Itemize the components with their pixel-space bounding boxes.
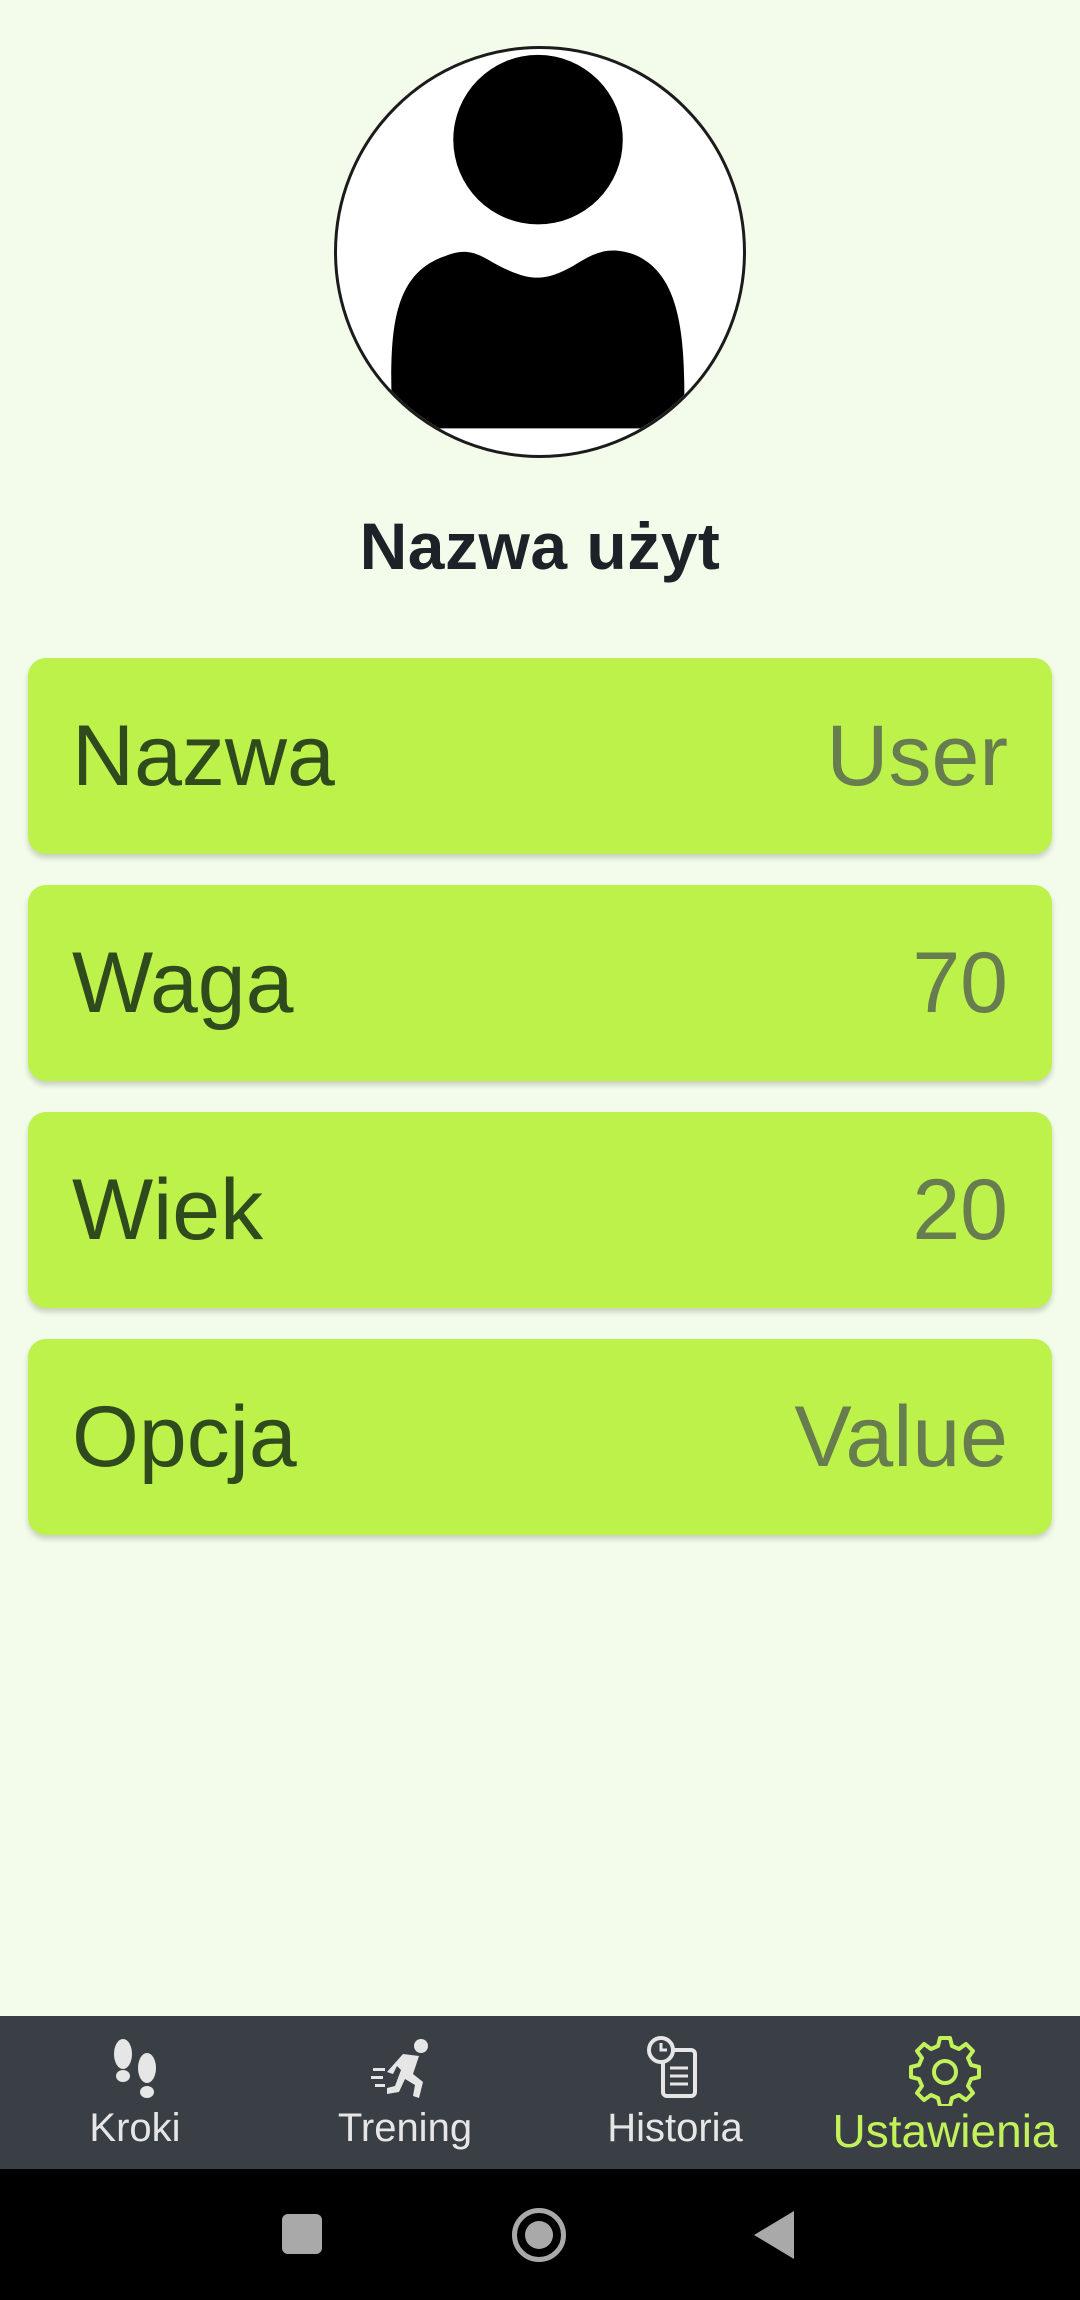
setting-value: Value — [794, 1389, 1008, 1485]
setting-row-weight[interactable]: Waga 70 — [28, 885, 1052, 1081]
nav-label: Kroki — [89, 2106, 181, 2150]
nav-label: Historia — [607, 2106, 743, 2150]
nav-item-historia[interactable]: Historia — [540, 2016, 810, 2169]
settings-list: Nazwa User Waga 70 Wiek 20 Opcja Value — [28, 658, 1052, 1566]
setting-value: 20 — [912, 1162, 1008, 1258]
nav-item-kroki[interactable]: Kroki — [0, 2016, 270, 2169]
setting-value: 70 — [912, 935, 1008, 1031]
back-icon[interactable] — [754, 2211, 794, 2259]
nav-item-trening[interactable]: Trening — [270, 2016, 540, 2169]
setting-label: Wiek — [72, 1162, 264, 1258]
nav-item-ustawienia[interactable]: Ustawienia — [810, 2016, 1080, 2169]
nav-label: Ustawienia — [832, 2105, 1058, 2157]
footprints-icon — [114, 2039, 156, 2098]
setting-label: Waga — [72, 935, 294, 1031]
settings-screen: Nazwa użyt Nazwa User Waga 70 Wiek 20 Op… — [0, 0, 1080, 2300]
bottom-navigation: Kroki Trening Historia Ustawienia — [0, 2016, 1080, 2169]
recent-apps-icon[interactable] — [282, 2214, 322, 2254]
setting-row-age[interactable]: Wiek 20 — [28, 1112, 1052, 1308]
setting-row-name[interactable]: Nazwa User — [28, 658, 1052, 854]
avatar[interactable] — [334, 46, 746, 458]
history-clipboard-icon — [647, 2036, 697, 2098]
setting-value: User — [826, 708, 1008, 804]
user-silhouette-icon — [391, 54, 685, 429]
setting-label: Opcja — [72, 1389, 297, 1485]
runner-icon — [371, 2039, 428, 2098]
home-icon[interactable] — [512, 2208, 566, 2262]
setting-row-option[interactable]: Opcja Value — [28, 1339, 1052, 1535]
nav-label: Trening — [337, 2106, 473, 2150]
gear-icon — [909, 2036, 981, 2106]
system-navigation-bar — [0, 2169, 1080, 2300]
page-title: Nazwa użyt — [359, 509, 721, 583]
setting-label: Nazwa — [72, 708, 335, 804]
